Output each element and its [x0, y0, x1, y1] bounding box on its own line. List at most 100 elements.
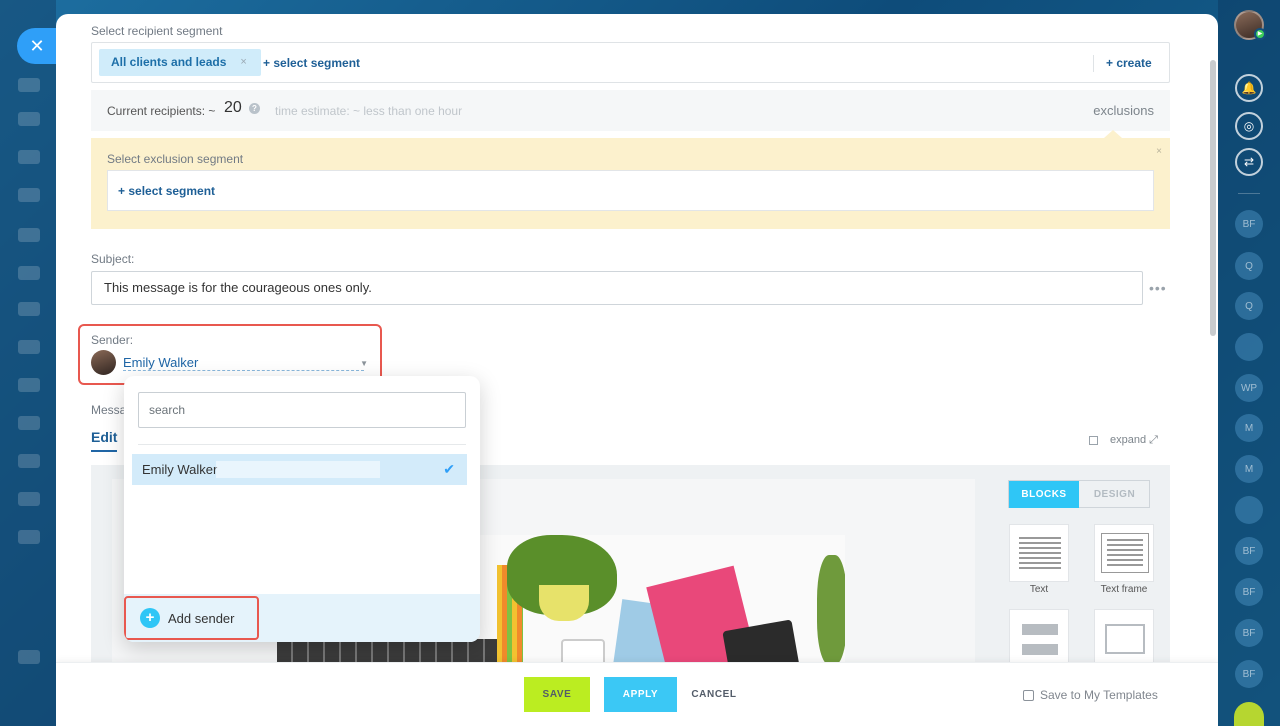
- create-segment-link[interactable]: + create: [1106, 56, 1152, 70]
- recent-chat-avatar[interactable]: BF: [1235, 537, 1263, 565]
- bell-icon[interactable]: 🔔: [1235, 74, 1263, 102]
- recent-chat-avatar[interactable]: Q: [1235, 292, 1263, 320]
- add-sender-button[interactable]: + Add sender: [140, 608, 235, 628]
- recent-chat-avatar[interactable]: BF: [1235, 660, 1263, 688]
- footer-bar: SAVE APPLY CANCEL Save to My Templates: [56, 662, 1218, 726]
- recipient-segment-label: Select recipient segment: [91, 24, 223, 38]
- photo-plant: [817, 555, 845, 662]
- recent-chat-avatar[interactable]: BF: [1235, 619, 1263, 647]
- sidebar-ghost-item: [18, 188, 40, 202]
- right-rail: ▶ 🔔 ◎ ⇄ BF Q Q WP M M BF BF BF BF: [1218, 0, 1280, 726]
- recent-chat-avatar[interactable]: [1235, 496, 1263, 524]
- divider-bar: [1022, 644, 1058, 655]
- chat-icon[interactable]: ⇄: [1235, 148, 1263, 176]
- scrollbar[interactable]: [1210, 60, 1216, 336]
- exclusions-link[interactable]: exclusions: [1093, 103, 1154, 118]
- app-sidebar: [0, 0, 56, 726]
- activity-icon[interactable]: ◎: [1235, 112, 1263, 140]
- redacted-email: [216, 461, 380, 478]
- sidebar-ghost-item: [18, 266, 40, 280]
- select-exclusion-segment-link[interactable]: + select segment: [118, 184, 215, 198]
- recipient-count: 20: [224, 99, 242, 116]
- help-icon[interactable]: ?: [249, 103, 260, 114]
- copy-icon: [1089, 436, 1098, 445]
- open-chat-icon[interactable]: [1234, 702, 1264, 726]
- expand-label: expand ⤢: [1110, 434, 1158, 446]
- exclusion-segment-box: + select segment: [107, 170, 1154, 211]
- remove-chip-icon[interactable]: ×: [240, 49, 246, 76]
- text-block-icon[interactable]: [1009, 524, 1069, 582]
- save-template-toggle[interactable]: Save to My Templates: [1023, 688, 1158, 702]
- sender-name: Emily Walker: [123, 355, 199, 370]
- plus-icon: +: [140, 608, 160, 628]
- tab-design[interactable]: DESIGN: [1079, 481, 1150, 508]
- tab-blocks[interactable]: BLOCKS: [1009, 481, 1079, 508]
- check-icon: ✔: [443, 461, 455, 477]
- more-options-icon[interactable]: •••: [1149, 280, 1167, 296]
- recent-chat-avatar[interactable]: Q: [1235, 252, 1263, 280]
- recent-chat-avatar[interactable]: M: [1235, 455, 1263, 483]
- sidebar-ghost-item: [18, 340, 40, 354]
- sidebar-ghost-item: [18, 302, 40, 316]
- message-label: Messa: [91, 403, 127, 417]
- recent-chat-avatar[interactable]: [1235, 333, 1263, 361]
- apply-button[interactable]: APPLY: [604, 677, 677, 712]
- segment-divider: [1093, 55, 1094, 72]
- tab-edit[interactable]: Edit: [91, 429, 118, 452]
- sidebar-ghost-item: [18, 378, 40, 392]
- photo-keyboard: [277, 639, 497, 662]
- block-caption: Text: [1029, 584, 1049, 595]
- cancel-button[interactable]: CANCEL: [686, 677, 742, 712]
- user-avatar[interactable]: ▶: [1234, 10, 1266, 40]
- recipients-bar: Current recipients: ~ 20 ? time estimate…: [91, 90, 1170, 131]
- text-lines: [1107, 539, 1143, 567]
- sidebar-ghost-item: [18, 150, 40, 164]
- divider-bar: [1022, 624, 1058, 635]
- mailing-editor-panel: Select recipient segment All clients and…: [56, 14, 1218, 726]
- sender-option[interactable]: Emily Walker ✔: [132, 454, 467, 485]
- save-template-checkbox[interactable]: [1023, 689, 1034, 701]
- segment-chip[interactable]: All clients and leads ×: [99, 49, 261, 76]
- editor-tabs: BLOCKS DESIGN: [1008, 480, 1150, 508]
- time-estimate: time estimate: ~ less than one hour: [275, 104, 463, 118]
- recent-chat-avatar[interactable]: BF: [1235, 210, 1263, 238]
- online-status-icon: ▶: [1254, 28, 1266, 40]
- dropdown-footer: + Add sender: [124, 594, 480, 642]
- chevron-down-icon: ▼: [360, 359, 368, 368]
- image-shape: [1105, 624, 1145, 654]
- recent-chat-avatar[interactable]: BF: [1235, 578, 1263, 606]
- sidebar-ghost-item: [18, 492, 40, 506]
- rail-divider: [1238, 193, 1260, 194]
- block-caption: Text frame: [1100, 584, 1148, 595]
- sender-dropdown: Emily Walker ✔ + Add sender: [124, 376, 480, 642]
- close-exclusion-icon[interactable]: ×: [1156, 146, 1162, 157]
- sidebar-ghost-item: [18, 454, 40, 468]
- select-segment-link[interactable]: + select segment: [263, 56, 360, 70]
- sidebar-ghost-item: [18, 78, 40, 92]
- sender-select[interactable]: Emily Walker ▼: [123, 355, 368, 371]
- subject-label: Subject:: [91, 252, 135, 266]
- sender-search-input[interactable]: [138, 392, 466, 428]
- divider-block-icon[interactable]: [1009, 609, 1069, 662]
- sidebar-ghost-item: [18, 530, 40, 544]
- dropdown-divider: [138, 444, 466, 445]
- exclusion-box: Select exclusion segment × + select segm…: [91, 130, 1170, 229]
- image-block-icon[interactable]: [1094, 609, 1154, 662]
- exclusion-segment-label: Select exclusion segment: [107, 152, 244, 166]
- sender-avatar: [91, 350, 116, 375]
- expand-editor-button[interactable]: expand ⤢: [1089, 434, 1158, 447]
- subject-input[interactable]: This message is for the courageous ones …: [91, 271, 1143, 305]
- exclusion-notch: [1104, 130, 1122, 138]
- text-frame-block-icon[interactable]: [1094, 524, 1154, 582]
- sidebar-ghost-item: [18, 112, 40, 126]
- sidebar-ghost-item: [18, 228, 40, 242]
- current-recipients-label: Current recipients: ~: [107, 104, 216, 118]
- photo-pot: [539, 585, 589, 621]
- text-lines: [1019, 537, 1061, 569]
- close-slider-button[interactable]: ✕: [17, 28, 57, 64]
- recipient-segment-box: All clients and leads × + select segment…: [91, 42, 1170, 83]
- frame-shape: [1101, 533, 1149, 573]
- recent-chat-avatar[interactable]: WP: [1235, 374, 1263, 402]
- save-button[interactable]: SAVE: [524, 677, 590, 712]
- recent-chat-avatar[interactable]: M: [1235, 414, 1263, 442]
